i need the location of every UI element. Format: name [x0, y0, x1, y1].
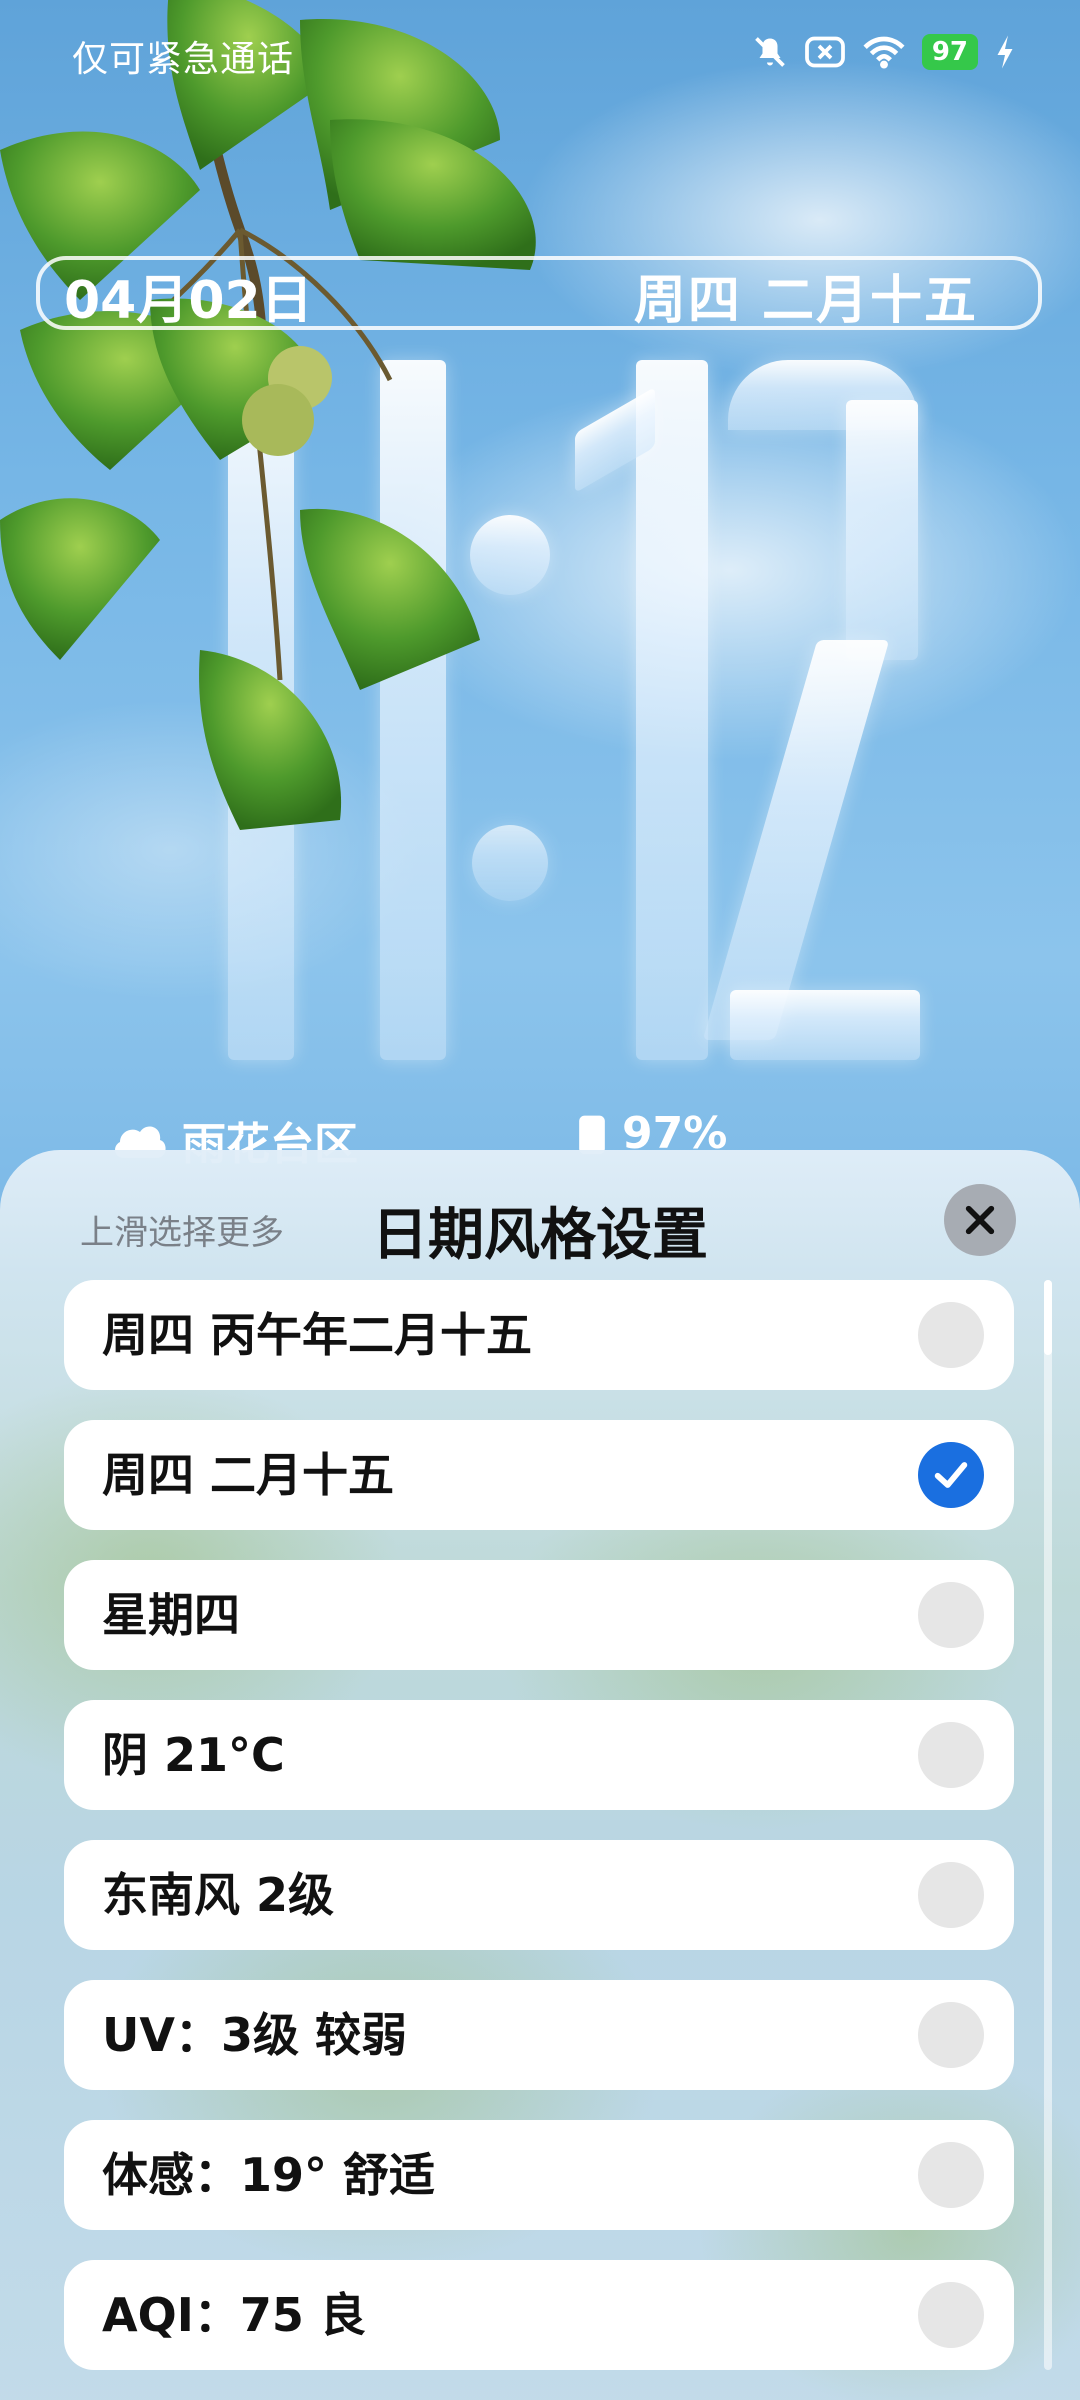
radio-button[interactable]: [918, 2282, 984, 2348]
battery-icon: 97: [921, 34, 978, 70]
option-label: 阴 21°C: [102, 1728, 285, 1782]
close-icon: [965, 1205, 995, 1235]
ginkgo-leaves-image: [0, 0, 536, 830]
option-label: 周四 二月十五: [102, 1448, 395, 1502]
mute-bell-icon: [754, 37, 785, 67]
status-bar: 仅可紧急通话 97: [0, 0, 1080, 110]
scrollbar-track[interactable]: [1044, 1280, 1052, 2370]
sim-off-icon: [804, 36, 845, 68]
radio-button[interactable]: [918, 1582, 984, 1648]
checkmark-icon: [934, 1462, 968, 1488]
radio-button[interactable]: [918, 1862, 984, 1928]
charging-bolt-icon: [997, 35, 1013, 69]
radio-button[interactable]: [918, 1722, 984, 1788]
option-wind[interactable]: 东南风 2级: [64, 1840, 1014, 1950]
lockscreen-date: 04月02日: [64, 271, 313, 331]
radio-button[interactable]: [918, 1302, 984, 1368]
option-label: AQI：75 良: [102, 2288, 366, 2342]
close-button[interactable]: [944, 1184, 1016, 1256]
option-lunar-full[interactable]: 周四 丙午年二月十五: [64, 1280, 1014, 1390]
option-feels-like[interactable]: 体感：19° 舒适: [64, 2120, 1014, 2230]
option-lunar-short[interactable]: 周四 二月十五: [64, 1420, 1014, 1530]
lockscreen-weekday-lunar: 周四 二月十五: [633, 271, 978, 331]
wifi-icon: [863, 36, 905, 69]
option-weather[interactable]: 阴 21°C: [64, 1700, 1014, 1810]
sheet-title: 日期风格设置: [372, 1203, 708, 1268]
option-label: 周四 丙午年二月十五: [102, 1308, 533, 1362]
radio-button-selected[interactable]: [918, 1442, 984, 1508]
status-icons: 97: [752, 34, 1016, 70]
radio-button[interactable]: [918, 2002, 984, 2068]
date-style-options: 周四 丙午年二月十五 周四 二月十五 星期四 阴 21°C 东南风 2级 UV：…: [64, 1280, 1014, 2400]
carrier-status-text: 仅可紧急通话: [72, 39, 295, 80]
option-label: 星期四: [102, 1588, 240, 1642]
clock-digit-bar: [636, 360, 708, 1060]
option-uv[interactable]: UV：3级 较弱: [64, 1980, 1014, 2090]
clock-digit-bar: [846, 400, 918, 660]
option-label: 东南风 2级: [102, 1868, 335, 1922]
option-aqi[interactable]: AQI：75 良: [64, 2260, 1014, 2370]
option-label: 体感：19° 舒适: [102, 2148, 436, 2202]
scrollbar-thumb[interactable]: [1044, 1280, 1052, 1355]
option-weekday[interactable]: 星期四: [64, 1560, 1014, 1670]
radio-button[interactable]: [918, 2142, 984, 2208]
date-style-sheet: 上滑选择更多 日期风格设置 周四 丙午年二月十五 周四 二月十五 星期四 阴 2…: [0, 1150, 1080, 2400]
battery-icon: [579, 1115, 605, 1154]
option-label: UV：3级 较弱: [102, 2008, 407, 2062]
clock-digit-bar: [730, 990, 920, 1060]
